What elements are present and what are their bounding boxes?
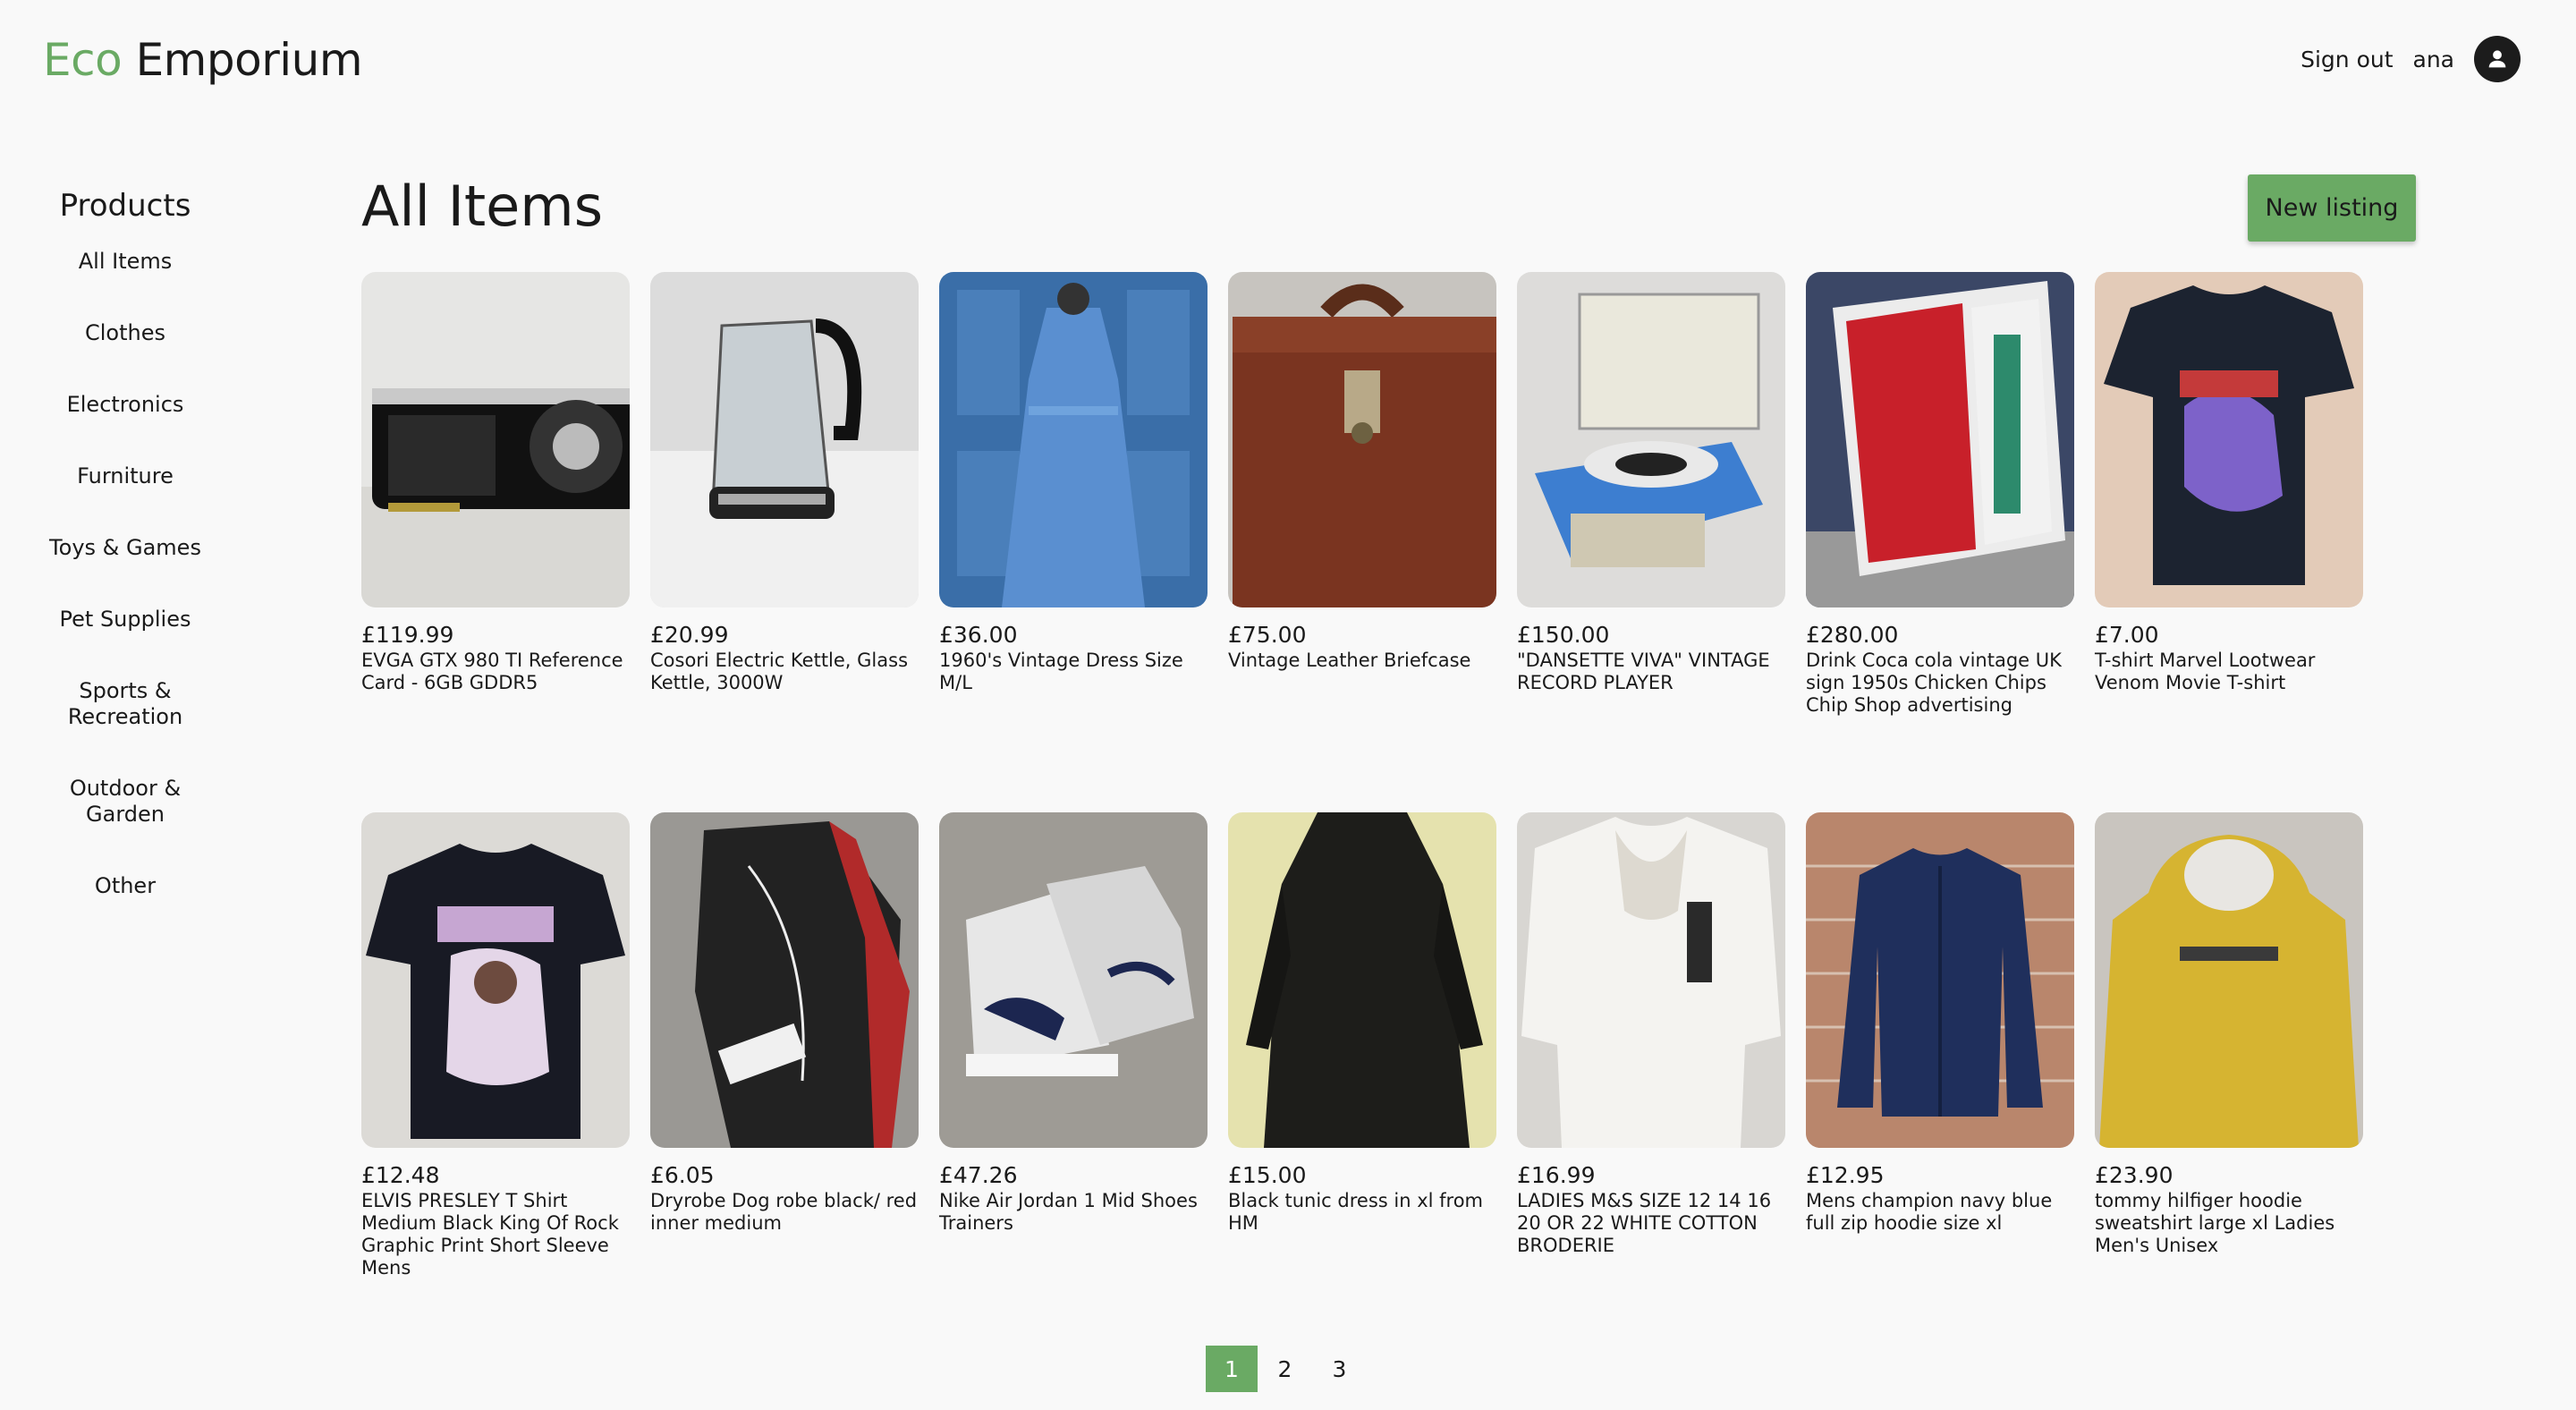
product-title: "DANSETTE VIVA" VINTAGE RECORD PLAYER — [1517, 650, 1770, 693]
sidebar-item-pet-supplies[interactable]: Pet Supplies — [45, 607, 206, 633]
product-card[interactable]: £23.90 tommy hilfiger hoodie sweatshirt … — [2095, 812, 2363, 1353]
product-price: £119.99 — [361, 622, 454, 648]
product-image[interactable] — [2095, 272, 2363, 607]
product-card[interactable]: £7.00 T-shirt Marvel Lootwear Venom Movi… — [2095, 272, 2363, 812]
brand-logo-eco: Eco — [43, 34, 123, 86]
product-image[interactable] — [361, 272, 630, 607]
product-title: Mens champion navy blue full zip hoodie … — [1806, 1190, 2053, 1234]
product-title: Vintage Leather Briefcase — [1228, 650, 1471, 671]
product-image[interactable] — [1517, 812, 1785, 1148]
sidebar-heading: Products — [59, 188, 191, 224]
product-card[interactable]: £280.00 Drink Coca cola vintage UK sign … — [1806, 272, 2074, 812]
product-price: £47.26 — [939, 1162, 1018, 1188]
product-card[interactable]: £6.05 Dryrobe Dog robe black/ red inner … — [650, 812, 919, 1353]
product-title: T-shirt Marvel Lootwear Venom Movie T-sh… — [2095, 650, 2316, 693]
username-label: ana — [2412, 46, 2454, 72]
product-title: Black tunic dress in xl from HM — [1228, 1190, 1484, 1234]
pagination: 1 2 3 — [1206, 1346, 1367, 1392]
product-card[interactable]: £150.00 "DANSETTE VIVA" VINTAGE RECORD P… — [1517, 272, 1785, 812]
product-card[interactable]: £12.95 Mens champion navy blue full zip … — [1806, 812, 2074, 1353]
product-title: Cosori Electric Kettle, Glass Kettle, 30… — [650, 650, 909, 693]
product-price: £15.00 — [1228, 1162, 1307, 1188]
sidebar-item-other[interactable]: Other — [45, 873, 206, 899]
sidebar-item-outdoor-garden[interactable]: Outdoor & Garden — [45, 776, 206, 828]
product-price: £150.00 — [1517, 622, 1610, 648]
product-card[interactable]: £119.99 EVGA GTX 980 TI Reference Card -… — [361, 272, 630, 812]
product-price: £36.00 — [939, 622, 1018, 648]
page-3-button[interactable]: 3 — [1312, 1346, 1367, 1392]
product-image[interactable] — [939, 812, 1208, 1148]
product-title: Drink Coca cola vintage UK sign 1950s Ch… — [1806, 650, 2062, 716]
product-image[interactable] — [361, 812, 630, 1148]
product-price: £7.00 — [2095, 622, 2159, 648]
page-2-button[interactable]: 2 — [1258, 1346, 1312, 1392]
new-listing-button[interactable]: New listing — [2248, 174, 2416, 242]
sidebar-item-sports-recreation[interactable]: Sports & Recreation — [45, 678, 206, 730]
sidebar-item-all-items[interactable]: All Items — [45, 249, 206, 275]
brand-logo[interactable]: Eco Emporium — [43, 34, 363, 86]
sidebar-item-toys-games[interactable]: Toys & Games — [45, 535, 206, 561]
page-1-button[interactable]: 1 — [1206, 1346, 1258, 1392]
product-image[interactable] — [1228, 272, 1496, 607]
product-price: £75.00 — [1228, 622, 1307, 648]
sign-out-link[interactable]: Sign out — [2301, 47, 2393, 72]
product-title: Dryrobe Dog robe black/ red inner medium — [650, 1190, 918, 1234]
brand-logo-emporium: Emporium — [135, 34, 363, 86]
product-price: £20.99 — [650, 622, 729, 648]
product-card[interactable]: £15.00 Black tunic dress in xl from HM — [1228, 812, 1496, 1353]
product-price: £280.00 — [1806, 622, 1899, 648]
product-image[interactable] — [1228, 812, 1496, 1148]
product-card[interactable]: £36.00 1960's Vintage Dress Size M/L — [939, 272, 1208, 812]
category-sidebar: Products All Items Clothes Electronics F… — [36, 188, 215, 945]
sidebar-item-clothes[interactable]: Clothes — [45, 320, 206, 346]
product-image[interactable] — [939, 272, 1208, 607]
product-title: EVGA GTX 980 TI Reference Card - 6GB GDD… — [361, 650, 623, 693]
product-image[interactable] — [1806, 272, 2074, 607]
product-image[interactable] — [2095, 812, 2363, 1148]
product-price: £12.95 — [1806, 1162, 1885, 1188]
product-title: ELVIS PRESLEY T Shirt Medium Black King … — [361, 1190, 619, 1278]
header-user-area: Sign out ana — [2301, 36, 2521, 82]
sidebar-item-furniture[interactable]: Furniture — [45, 463, 206, 489]
page-title: All Items — [361, 174, 604, 239]
product-card[interactable]: £20.99 Cosori Electric Kettle, Glass Ket… — [650, 272, 919, 812]
product-price: £16.99 — [1517, 1162, 1596, 1188]
product-title: tommy hilfiger hoodie sweatshirt large x… — [2095, 1190, 2335, 1256]
product-title: 1960's Vintage Dress Size M/L — [939, 650, 1183, 693]
product-title: Nike Air Jordan 1 Mid Shoes Trainers — [939, 1190, 1198, 1234]
product-card[interactable]: £75.00 Vintage Leather Briefcase — [1228, 272, 1496, 812]
product-price: £6.05 — [650, 1162, 715, 1188]
product-price: £12.48 — [361, 1162, 440, 1188]
product-grid: £119.99 EVGA GTX 980 TI Reference Card -… — [361, 272, 2363, 1353]
product-image[interactable] — [650, 272, 919, 607]
product-card[interactable]: £16.99 LADIES M&S SIZE 12 14 16 20 OR 22… — [1517, 812, 1785, 1353]
avatar[interactable] — [2474, 36, 2521, 82]
product-image[interactable] — [650, 812, 919, 1148]
product-image[interactable] — [1806, 812, 2074, 1148]
product-price: £23.90 — [2095, 1162, 2174, 1188]
product-image[interactable] — [1517, 272, 1785, 607]
sidebar-item-electronics[interactable]: Electronics — [45, 392, 206, 418]
product-title: LADIES M&S SIZE 12 14 16 20 OR 22 WHITE … — [1517, 1190, 1772, 1256]
user-icon — [2488, 50, 2506, 68]
product-card[interactable]: £12.48 ELVIS PRESLEY T Shirt Medium Blac… — [361, 812, 630, 1353]
product-card[interactable]: £47.26 Nike Air Jordan 1 Mid Shoes Train… — [939, 812, 1208, 1353]
